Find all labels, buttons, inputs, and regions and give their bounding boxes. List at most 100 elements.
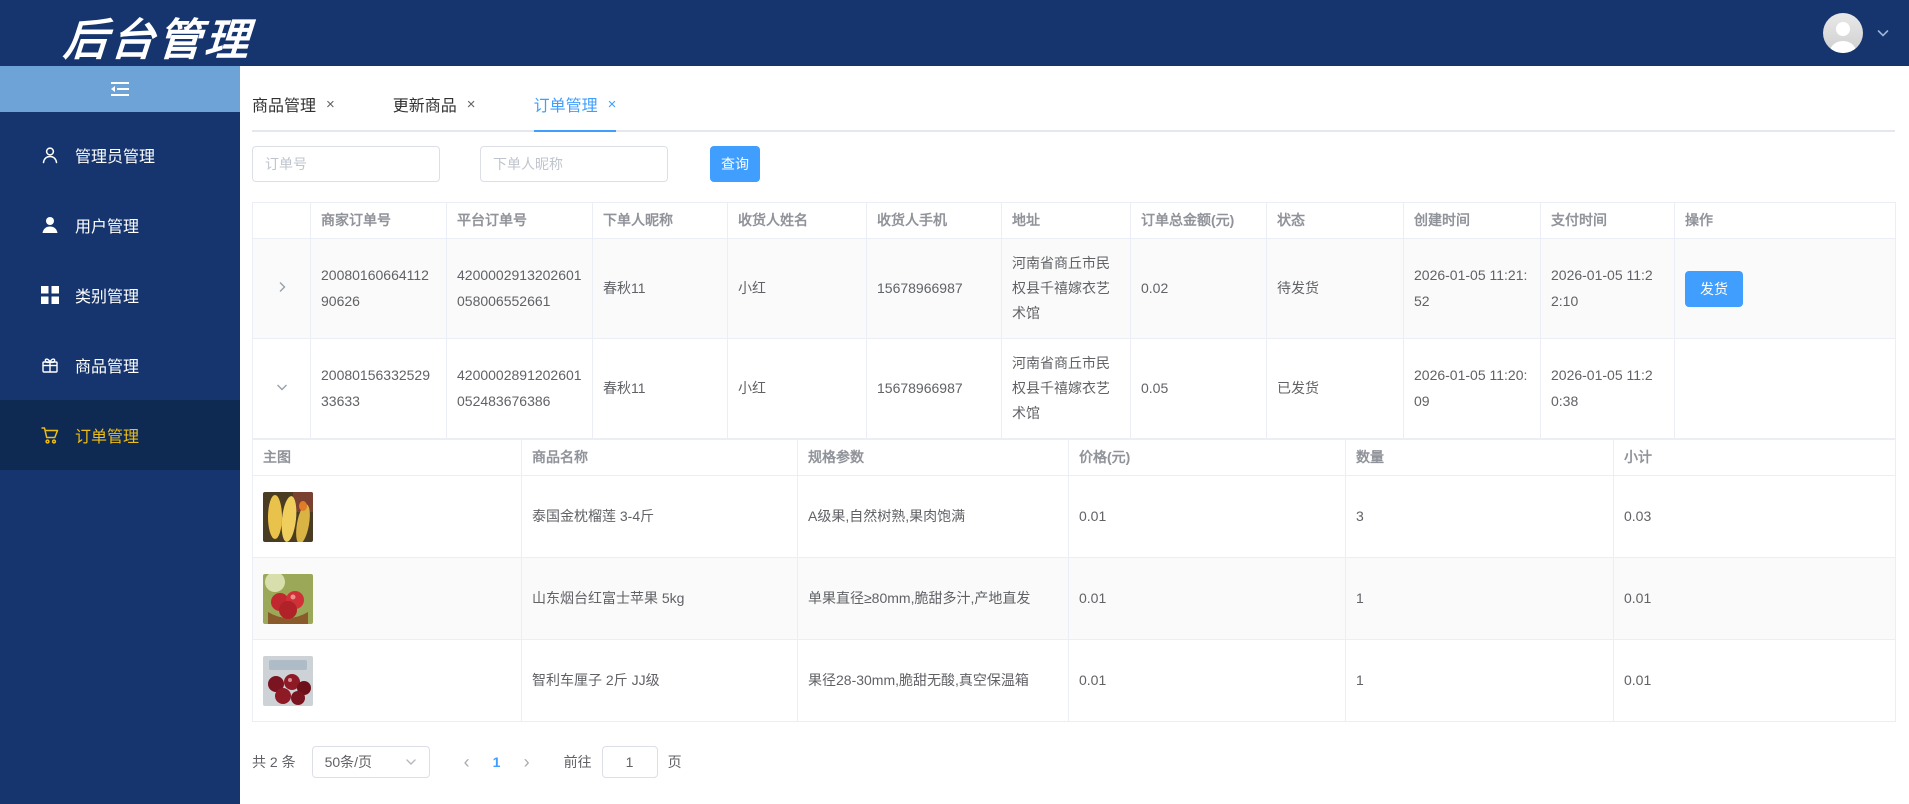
apple-thumbnail	[263, 573, 313, 624]
tab-close-icon[interactable]: ×	[326, 97, 335, 112]
user-menu-caret[interactable]	[1875, 25, 1891, 41]
col-spec: 规格参数	[797, 439, 1069, 476]
col-actions: 操作	[1674, 202, 1896, 239]
page-number-1[interactable]: 1	[482, 746, 512, 778]
items-header-row: 主图 商品名称 规格参数 价格(元) 数量 小计	[252, 439, 1896, 476]
order-item-row: 泰国金枕榴莲 3-4斤 A级果,自然树熟,果肉饱满 0.01 3 0.03	[252, 475, 1896, 558]
product-quantity: 3	[1345, 475, 1614, 558]
chevron-down-icon	[1877, 30, 1889, 37]
product-spec: 单果直径≥80mm,脆甜多汁,产地直发	[797, 557, 1069, 640]
product-quantity: 1	[1345, 639, 1614, 722]
col-platform-order-no: 平台订单号	[446, 202, 593, 239]
sidebar-item-label: 用户管理	[75, 219, 140, 236]
sidebar-item-user-management[interactable]: 用户管理	[0, 190, 240, 260]
col-price: 价格(元)	[1068, 439, 1346, 476]
main-image-cell	[252, 475, 522, 558]
sidebar-item-order-management[interactable]: 订单管理	[0, 400, 240, 470]
col-quantity: 数量	[1345, 439, 1614, 476]
actions-cell: 发货	[1674, 238, 1896, 339]
product-name: 泰国金枕榴莲 3-4斤	[521, 475, 798, 558]
product-name: 智利车厘子 2斤 JJ级	[521, 639, 798, 722]
address: 河南省商丘市民权县千禧嫁衣艺术馆	[1001, 338, 1131, 439]
buyer-nickname-input[interactable]	[480, 146, 668, 182]
chevron-right-icon	[279, 281, 285, 292]
prev-page-button[interactable]: ‹	[452, 746, 482, 778]
col-receiver-name: 收货人姓名	[727, 202, 867, 239]
buyer-nickname: 春秋11	[592, 238, 728, 339]
durian-thumbnail	[263, 491, 313, 542]
col-created-at: 创建时间	[1403, 202, 1541, 239]
pagination: 共 2 条 50条/页 ‹ 1 › 前往 页	[252, 746, 1895, 778]
sidebar-item-label: 类别管理	[75, 289, 140, 306]
product-price: 0.01	[1068, 639, 1346, 722]
header-user-area	[1823, 13, 1891, 53]
created-at: 2026-01-05 11:21:52	[1403, 238, 1541, 339]
tab-label: 订单管理	[533, 98, 598, 115]
merchant-order-no: 2008015633252933633	[310, 338, 447, 439]
sidebar-menu: 管理员管理 用户管理 类别管理 商品管理 订单管理	[0, 120, 240, 470]
orders-header-row: 商家订单号 平台订单号 下单人昵称 收货人姓名 收货人手机 地址 订单总金额(元…	[252, 202, 1896, 239]
product-price: 0.01	[1068, 475, 1346, 558]
col-buyer-nickname: 下单人昵称	[592, 202, 728, 239]
expand-row-button[interactable]	[252, 238, 311, 339]
page-suffix-label: 页	[667, 754, 682, 770]
status: 已发货	[1266, 338, 1404, 439]
app-header: 后台管理	[0, 0, 1909, 66]
user-avatar[interactable]	[1823, 13, 1863, 53]
product-subtotal: 0.01	[1613, 639, 1896, 722]
main-image-cell	[252, 557, 522, 640]
status: 待发货	[1266, 238, 1404, 339]
cherry-thumbnail	[263, 655, 313, 706]
col-receiver-phone: 收货人手机	[866, 202, 1002, 239]
product-spec: 果径28-30mm,脆甜无酸,真空保温箱	[797, 639, 1069, 722]
page-size-value: 50条/页	[324, 754, 373, 770]
created-at: 2026-01-05 11:20:09	[1403, 338, 1541, 439]
sidebar-item-admin-management[interactable]: 管理员管理	[0, 120, 240, 190]
col-subtotal: 小计	[1613, 439, 1896, 476]
tab-label: 商品管理	[252, 98, 317, 115]
sidebar-item-label: 商品管理	[75, 359, 140, 376]
user-filled-icon	[40, 215, 60, 235]
product-subtotal: 0.01	[1613, 557, 1896, 640]
page-size-select[interactable]: 50条/页	[311, 746, 430, 778]
col-product-name: 商品名称	[521, 439, 798, 476]
tab-bar: 商品管理 × 更新商品 × 订单管理 ×	[252, 92, 1895, 132]
order-row: 2008015633252933633 42000028912026010524…	[252, 338, 1896, 439]
goto-page-input[interactable]	[601, 746, 658, 778]
col-merchant-order-no: 商家订单号	[310, 202, 447, 239]
tab-order-management[interactable]: 订单管理 ×	[533, 92, 617, 132]
avatar-person-icon	[1829, 22, 1857, 53]
next-page-button[interactable]: ›	[512, 746, 542, 778]
pagination-total: 共 2 条	[252, 754, 296, 770]
product-subtotal: 0.03	[1613, 475, 1896, 558]
sidebar-item-label: 订单管理	[75, 429, 140, 446]
sidebar-item-product-management[interactable]: 商品管理	[0, 330, 240, 400]
address: 河南省商丘市民权县千禧嫁衣艺术馆	[1001, 238, 1131, 339]
col-main-image: 主图	[252, 439, 522, 476]
order-row: 2008016066411290626 42000029132026010580…	[252, 238, 1896, 339]
product-quantity: 1	[1345, 557, 1614, 640]
total-amount: 0.02	[1130, 238, 1267, 339]
receiver-name: 小红	[727, 238, 867, 339]
main-content: 商品管理 × 更新商品 × 订单管理 × 查询 商家订单号 平台订单号 下单人昵…	[240, 66, 1909, 804]
col-expand	[252, 202, 311, 239]
sidebar-item-category-management[interactable]: 类别管理	[0, 260, 240, 330]
sidebar: 管理员管理 用户管理 类别管理 商品管理 订单管理	[0, 66, 240, 804]
orders-table: 商家订单号 平台订单号 下单人昵称 收货人姓名 收货人手机 地址 订单总金额(元…	[252, 202, 1896, 439]
tab-update-product[interactable]: 更新商品 ×	[393, 92, 476, 130]
chevron-down-icon	[405, 759, 416, 765]
product-name: 山东烟台红富士苹果 5kg	[521, 557, 798, 640]
tab-label: 更新商品	[392, 98, 457, 115]
platform-order-no: 4200002891202601052483676386	[446, 338, 593, 439]
ship-button[interactable]: 发货	[1685, 270, 1743, 307]
sidebar-collapse-button[interactable]	[0, 66, 240, 112]
tab-product-management[interactable]: 商品管理 ×	[252, 92, 335, 130]
tab-close-icon[interactable]: ×	[467, 97, 476, 112]
product-price: 0.01	[1068, 557, 1346, 640]
collapse-row-button[interactable]	[252, 338, 311, 439]
main-image-cell	[252, 639, 522, 722]
tab-close-icon[interactable]: ×	[608, 97, 617, 112]
query-button[interactable]: 查询	[710, 146, 760, 182]
search-bar: 查询	[252, 146, 1895, 182]
order-no-input[interactable]	[252, 146, 440, 182]
